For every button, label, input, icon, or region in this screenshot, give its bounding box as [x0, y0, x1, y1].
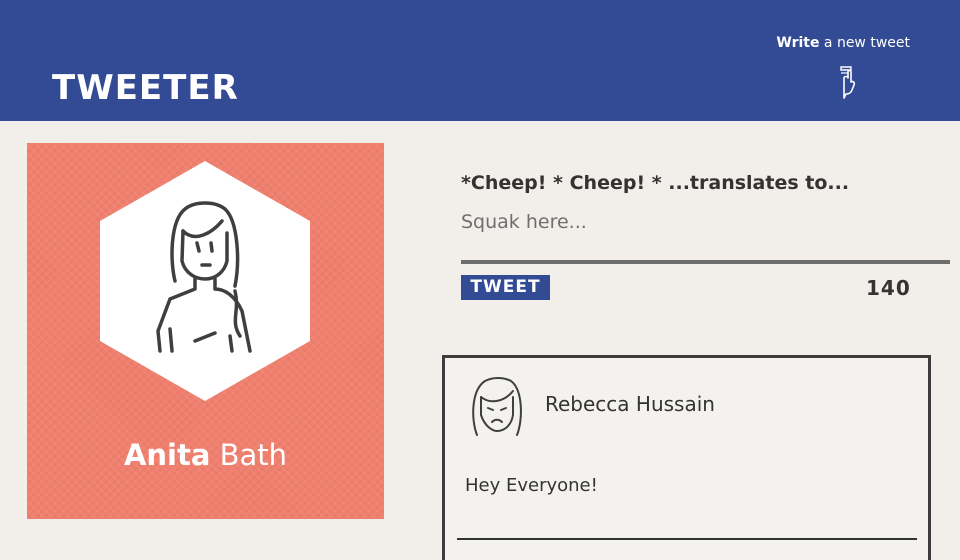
tweet-author[interactable]: Rebecca Hussain	[545, 392, 715, 416]
app-logo: TWEETER	[52, 68, 239, 108]
compose-link-bold: Write	[776, 35, 820, 51]
tweet-text: Hey Everyone!	[465, 475, 598, 496]
write-new-tweet-link[interactable]: Write a new tweet	[776, 35, 910, 51]
character-counter: 140	[866, 276, 911, 300]
profile-card: Anita Bath	[27, 143, 384, 519]
pointing-down-hand-icon[interactable]	[834, 64, 858, 100]
compose-label: *Cheep! * Cheep! * ...translates to...	[461, 172, 850, 194]
input-underline	[461, 260, 950, 264]
tweet-divider	[457, 538, 917, 540]
compose-link-text: a new tweet	[819, 35, 910, 51]
tweet-input[interactable]	[461, 205, 941, 239]
tweet-button[interactable]: TWEET	[461, 275, 550, 300]
sad-woman-avatar-icon	[472, 377, 522, 436]
tweet-card: Rebecca Hussain Hey Everyone!	[442, 355, 931, 560]
top-header: TWEETER Write a new tweet	[0, 0, 960, 121]
profile-name: Anita Bath	[27, 438, 384, 472]
profile-first-name: Anita	[123, 438, 211, 472]
profile-avatar-hexagon	[100, 161, 310, 401]
profile-last-name: Bath	[219, 438, 288, 472]
